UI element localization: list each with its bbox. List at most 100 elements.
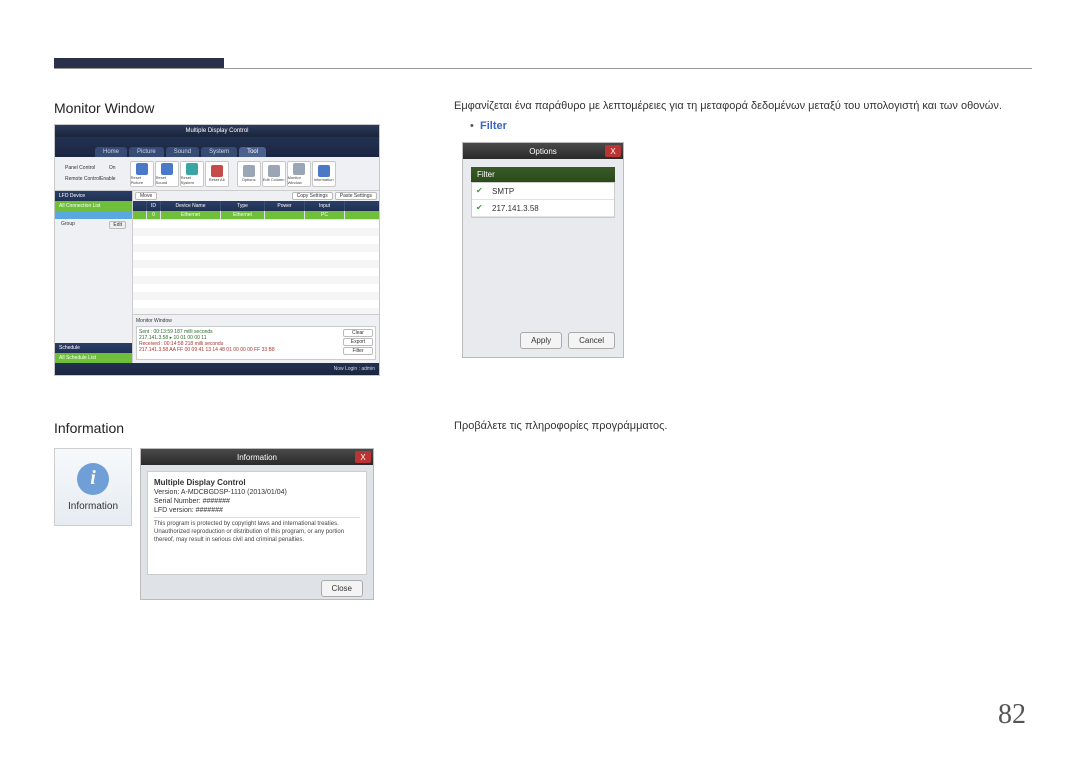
options-row-label: SMTP	[492, 187, 514, 196]
options-icon	[243, 165, 255, 177]
bullet-dot: •	[470, 120, 474, 132]
toolbar-tools-group: Options Edit Column Monitor Window Infor…	[237, 161, 336, 187]
group-label: Group	[61, 221, 75, 229]
remote-control-row: Remote ControlEnable	[59, 174, 122, 184]
cancel-button[interactable]: Cancel	[568, 332, 615, 349]
mw-recv-line2: 217.141.3.58 AA FF 00 09 41 13 14 48 01 …	[139, 347, 373, 353]
info-separator	[154, 517, 360, 518]
cell-power	[265, 211, 305, 219]
side-group-row[interactable]: Group Edit	[55, 219, 132, 231]
mw-filter-button[interactable]: Filter	[343, 347, 373, 355]
mdc-body: LFD Device All Connection List Group Edi…	[55, 191, 379, 363]
info-legal-text: This program is protected by copyright l…	[154, 521, 360, 544]
monitor-window-pane: Monitor Window Sent : 00:13:59 187 milli…	[133, 314, 379, 363]
options-row-smtp[interactable]: ✔ SMTP	[472, 183, 614, 200]
side-all-connection[interactable]: All Connection List	[55, 201, 132, 211]
mdc-sidebar: LFD Device All Connection List Group Edi…	[55, 191, 133, 363]
panel-control-group: Panel ControlOn Remote ControlEnable	[59, 163, 122, 184]
reset-all-button[interactable]: Reset All	[205, 161, 229, 187]
info-version: Version: A-MDCBGDSP-1110 (2013/01/04)	[154, 489, 360, 496]
info-serial: Serial Number: #######	[154, 498, 360, 505]
options-button[interactable]: Options	[237, 161, 261, 187]
desc-monitor-window: Εμφανίζεται ένα παράθυρο με λεπτομέρειες…	[454, 100, 1002, 112]
options-filter-bar: Filter	[471, 167, 615, 182]
col-check	[133, 201, 147, 211]
side-lfd-device[interactable]: LFD Device	[55, 191, 132, 201]
grid-toolbar: Move Copy Settings Paste Settings	[133, 191, 379, 201]
reset-system-icon	[186, 163, 198, 175]
col-type: Type	[221, 201, 265, 211]
info-close-x-button[interactable]: X	[355, 451, 371, 463]
side-schedule[interactable]: Schedule	[55, 343, 132, 353]
grid-row[interactable]: 0 Ethernet Ethernet PC	[133, 211, 379, 220]
options-row-label: 217.141.3.58	[492, 204, 539, 213]
toolbar-reset-group: Reset Picture Reset Sound Reset System R…	[130, 161, 229, 187]
group-edit-button[interactable]: Edit	[109, 221, 126, 229]
side-all-schedule[interactable]: All Schedule List	[55, 353, 132, 363]
tab-home[interactable]: Home	[95, 147, 127, 157]
info-dialog-footer: Close	[321, 584, 363, 593]
information-button[interactable]: Information	[312, 161, 336, 187]
tab-system[interactable]: System	[201, 147, 237, 157]
info-lfd-version: LFD version: #######	[154, 507, 360, 514]
reset-sound-icon	[161, 163, 173, 175]
information-icon	[318, 165, 330, 177]
info-dialog-title: Information	[237, 453, 277, 462]
edit-column-button[interactable]: Edit Column	[262, 161, 286, 187]
move-button[interactable]: Move	[135, 192, 157, 200]
side-selected-strip	[55, 211, 132, 219]
header-accent	[54, 58, 224, 68]
header-rule	[54, 68, 1032, 69]
grid-header: ID Device Name Type Power Input	[133, 201, 379, 211]
tab-picture[interactable]: Picture	[129, 147, 164, 157]
mw-export-button[interactable]: Export	[343, 338, 373, 346]
mdc-titlebar: Multiple Display Control	[55, 125, 379, 137]
reset-sound-button[interactable]: Reset Sound	[155, 161, 179, 187]
cell-check	[133, 211, 147, 219]
tab-sound[interactable]: Sound	[166, 147, 199, 157]
info-dialog-body: Multiple Display Control Version: A-MDCB…	[147, 471, 367, 575]
reset-all-icon	[211, 165, 223, 177]
col-id: ID	[147, 201, 161, 211]
page-number: 82	[998, 699, 1026, 731]
copy-settings-button[interactable]: Copy Settings	[292, 192, 333, 200]
filter-bullet: • Filter	[470, 120, 507, 132]
reset-system-button[interactable]: Reset System	[180, 161, 204, 187]
paste-settings-button[interactable]: Paste Settings	[335, 192, 377, 200]
monitor-window-button[interactable]: Monitor Window	[287, 161, 311, 187]
reset-picture-icon	[136, 163, 148, 175]
mw-title: Monitor Window	[136, 318, 376, 324]
options-close-button[interactable]: X	[605, 145, 621, 157]
options-row-ip[interactable]: ✔ 217.141.3.58	[472, 200, 614, 217]
col-input: Input	[305, 201, 345, 211]
desc-information: Προβάλετε τις πληροφορίες προγράμματος.	[454, 420, 667, 432]
options-list: ✔ SMTP ✔ 217.141.3.58	[471, 182, 615, 218]
info-dialog-titlebar: Information X	[141, 449, 373, 465]
options-footer: Apply Cancel	[520, 332, 615, 349]
information-dialog: Information X Multiple Display Control V…	[140, 448, 374, 600]
info-icon: i	[77, 463, 109, 495]
panel-control-row: Panel ControlOn	[59, 163, 122, 173]
info-app-name: Multiple Display Control	[154, 478, 360, 487]
information-tile-button[interactable]: i Information	[54, 448, 132, 526]
options-title-text: Options	[529, 147, 557, 156]
monitor-window-icon	[293, 163, 305, 175]
mdc-app-window: Multiple Display Control Home Picture So…	[54, 124, 380, 376]
mw-clear-button[interactable]: Clear	[343, 329, 373, 337]
col-device: Device Name	[161, 201, 221, 211]
check-icon: ✔	[476, 186, 486, 196]
cell-id: 0	[147, 211, 161, 219]
reset-picture-button[interactable]: Reset Picture	[130, 161, 154, 187]
filter-label: Filter	[480, 120, 507, 132]
options-dialog: Options X Filter ✔ SMTP ✔ 217.141.3.58 A…	[462, 142, 624, 358]
apply-button[interactable]: Apply	[520, 332, 562, 349]
mdc-main: Move Copy Settings Paste Settings ID Dev…	[133, 191, 379, 363]
check-icon: ✔	[476, 203, 486, 213]
tab-tool[interactable]: Tool	[239, 147, 266, 157]
mw-buttons: Clear Export Filter	[343, 329, 373, 355]
info-close-button[interactable]: Close	[321, 580, 363, 597]
mdc-menu: Home Picture Sound System Tool	[55, 137, 379, 157]
col-power: Power	[265, 201, 305, 211]
heading-monitor-window: Monitor Window	[54, 100, 154, 116]
heading-information: Information	[54, 420, 124, 436]
